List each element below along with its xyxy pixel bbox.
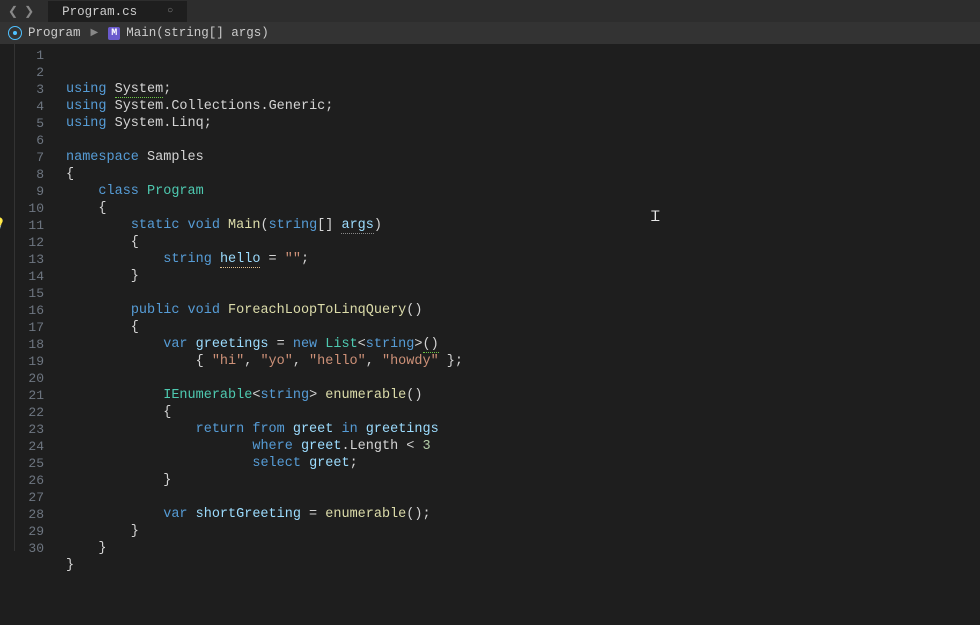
code-line[interactable]: class Program — [66, 183, 980, 200]
line-number: 13 — [0, 251, 44, 268]
code-line[interactable]: { — [66, 404, 980, 421]
code-line[interactable]: static void Main(string[] args) — [66, 217, 980, 234]
lightbulb-icon[interactable]: 💡 — [0, 217, 6, 234]
code-line[interactable]: { — [66, 166, 980, 183]
back-arrow-icon[interactable]: ❮ — [8, 4, 18, 19]
breadcrumb-bar: Program ▶ M Main(string[] args) — [0, 22, 980, 44]
code-line[interactable]: using System.Linq; — [66, 115, 980, 132]
code-line[interactable] — [66, 370, 980, 387]
line-number: 3 — [0, 81, 44, 98]
line-number: 11💡 — [0, 217, 44, 234]
line-number: 19 — [0, 353, 44, 370]
line-number: 27 — [0, 489, 44, 506]
code-line[interactable]: using System.Collections.Generic; — [66, 98, 980, 115]
code-line[interactable]: IEnumerable<string> enumerable() — [66, 387, 980, 404]
code-line[interactable]: } — [66, 557, 980, 574]
code-area[interactable]: using System;using System.Collections.Ge… — [66, 44, 980, 551]
code-line[interactable]: namespace Samples — [66, 149, 980, 166]
line-number: 30 — [0, 540, 44, 557]
code-line[interactable]: { "hi", "yo", "hello", "howdy" }; — [66, 353, 980, 370]
code-line[interactable]: } — [66, 523, 980, 540]
code-line[interactable]: return from greet in greetings — [66, 421, 980, 438]
line-number: 22 — [0, 404, 44, 421]
line-number: 25 — [0, 455, 44, 472]
class-icon — [8, 26, 22, 40]
editor: 1234567891011💡12131415161718192021222324… — [0, 44, 980, 551]
code-line[interactable]: } — [66, 268, 980, 285]
line-number: 21 — [0, 387, 44, 404]
file-tab[interactable]: Program.cs ○ — [48, 1, 187, 22]
line-number: 26 — [0, 472, 44, 489]
method-icon: M — [108, 27, 120, 40]
code-line[interactable]: { — [66, 319, 980, 336]
line-number: 15 — [0, 285, 44, 302]
line-number: 2 — [0, 64, 44, 81]
code-line[interactable] — [66, 285, 980, 302]
line-number: 16 — [0, 302, 44, 319]
forward-arrow-icon[interactable]: ❯ — [24, 4, 34, 19]
nav-arrows: ❮ ❯ — [8, 4, 34, 19]
line-number: 6 — [0, 132, 44, 149]
tab-filename: Program.cs — [62, 5, 137, 19]
line-number: 9 — [0, 183, 44, 200]
line-number: 7 — [0, 149, 44, 166]
breadcrumb-separator-icon: ▶ — [91, 27, 99, 39]
tab-modified-icon: ○ — [167, 6, 173, 17]
code-line[interactable]: public void ForeachLoopToLinqQuery() — [66, 302, 980, 319]
line-number: 17 — [0, 319, 44, 336]
code-line[interactable]: select greet; — [66, 455, 980, 472]
code-line[interactable] — [66, 132, 980, 149]
breadcrumb-method[interactable]: Main(string[] args) — [126, 26, 269, 40]
code-line[interactable]: var shortGreeting = enumerable(); — [66, 506, 980, 523]
code-line[interactable]: var greetings = new List<string>() — [66, 336, 980, 353]
gutter: 1234567891011💡12131415161718192021222324… — [0, 44, 66, 551]
code-line[interactable]: using System; — [66, 81, 980, 98]
code-line[interactable]: where greet.Length < 3 — [66, 438, 980, 455]
line-number: 4 — [0, 98, 44, 115]
line-number: 20 — [0, 370, 44, 387]
code-line[interactable]: string hello = ""; — [66, 251, 980, 268]
line-number: 18 — [0, 336, 44, 353]
code-line[interactable]: { — [66, 234, 980, 251]
code-line[interactable]: } — [66, 472, 980, 489]
line-number: 14 — [0, 268, 44, 285]
code-line[interactable]: { — [66, 200, 980, 217]
line-number: 12 — [0, 234, 44, 251]
line-number: 5 — [0, 115, 44, 132]
line-number: 10 — [0, 200, 44, 217]
line-number: 23 — [0, 421, 44, 438]
line-number: 29 — [0, 523, 44, 540]
breadcrumb-class[interactable]: Program — [28, 26, 81, 40]
line-number: 8 — [0, 166, 44, 183]
line-number: 24 — [0, 438, 44, 455]
tab-bar: ❮ ❯ Program.cs ○ — [0, 0, 980, 22]
code-line[interactable]: } — [66, 540, 980, 557]
code-line[interactable] — [66, 489, 980, 506]
line-number: 1 — [0, 47, 44, 64]
code-line[interactable] — [66, 574, 980, 591]
line-number: 28 — [0, 506, 44, 523]
